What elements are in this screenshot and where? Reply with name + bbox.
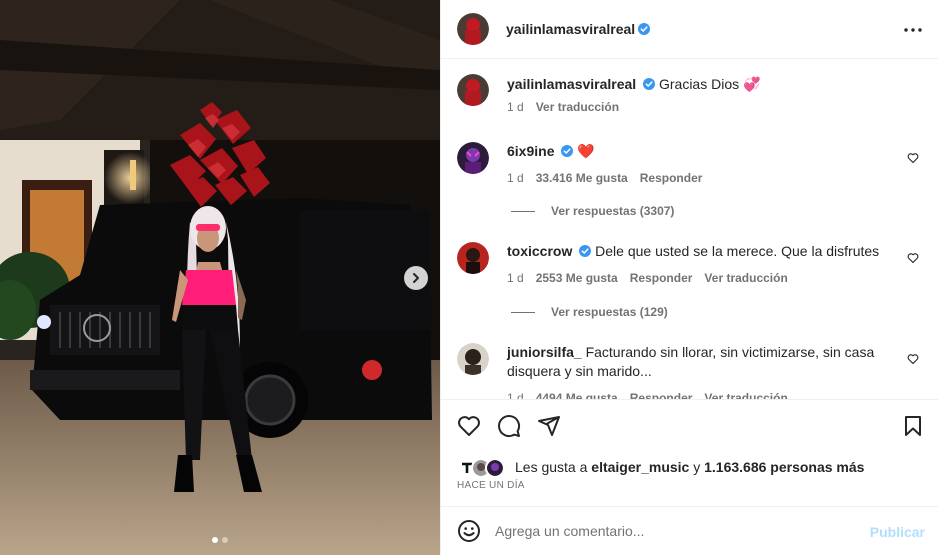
comment-likes[interactable]: 33.416 Me gusta xyxy=(536,169,628,188)
verified-icon xyxy=(579,245,592,257)
verified-icon xyxy=(638,23,651,35)
carousel-dot-active xyxy=(212,537,218,543)
share-icon[interactable] xyxy=(537,414,561,438)
liker-avatars xyxy=(457,457,509,478)
likes-first-user[interactable]: eltaiger_music xyxy=(591,459,689,475)
verified-icon xyxy=(643,78,656,90)
reply-button[interactable]: Responder xyxy=(640,169,703,188)
comment-icon[interactable] xyxy=(497,414,521,438)
likes-connector: y xyxy=(693,459,701,475)
comment-text: ❤️ xyxy=(577,143,595,159)
see-translation-link[interactable]: Ver traducción xyxy=(704,269,787,288)
comment-username[interactable]: juniorsilfa_ xyxy=(507,344,582,360)
author-avatar[interactable] xyxy=(457,13,489,45)
heart-icon[interactable] xyxy=(457,414,481,438)
carousel-indicator xyxy=(0,537,440,543)
comment-likes[interactable]: 2553 Me gusta xyxy=(536,269,618,288)
reply-button[interactable]: Responder xyxy=(630,269,693,288)
post-timestamp[interactable]: HACE UN DÍA xyxy=(457,480,525,491)
likes-others-count[interactable]: 1.163.686 personas más xyxy=(704,459,864,475)
post-modal: yailinlamasviralreal yailinlamasviralrea… xyxy=(0,0,938,555)
emoji-icon[interactable] xyxy=(457,519,481,543)
more-icon xyxy=(904,28,922,32)
likes-prefix: Les gusta a xyxy=(515,459,588,475)
view-replies-button[interactable]: Ver respuestas (129) xyxy=(511,305,668,319)
chevron-right-icon xyxy=(413,273,419,283)
more-options-button[interactable] xyxy=(901,18,925,42)
comment-age: 1 d xyxy=(507,271,524,285)
carousel-dot xyxy=(222,537,228,543)
comment-age: 1 d xyxy=(507,171,524,185)
comment-text: Dele que usted se la merece. Que la disf… xyxy=(595,243,880,259)
caption-text: Gracias Dios 💞 xyxy=(658,76,761,92)
bookmark-icon[interactable] xyxy=(901,414,925,438)
comment-like-heart-icon[interactable] xyxy=(907,252,919,264)
comment-likes[interactable]: 4494 Me gusta xyxy=(536,389,618,399)
replies-divider xyxy=(511,311,535,313)
author-username[interactable]: yailinlamasviralreal xyxy=(506,21,635,37)
comment-input[interactable] xyxy=(495,523,855,539)
publish-comment-button[interactable]: Publicar xyxy=(870,524,925,540)
likes-summary: Les gusta a eltaiger_music y 1.163.686 p… xyxy=(457,456,864,478)
view-replies-label: Ver respuestas (129) xyxy=(551,305,668,319)
comment-like-heart-icon[interactable] xyxy=(907,152,919,164)
post-header: yailinlamasviralreal xyxy=(441,0,938,59)
replies-divider xyxy=(511,210,535,212)
see-translation-link[interactable]: Ver traducción xyxy=(536,98,619,117)
add-comment-bar: Publicar xyxy=(441,506,938,555)
caption-username[interactable]: yailinlamasviralreal xyxy=(507,76,636,92)
post-media[interactable] xyxy=(0,0,440,555)
post-photo xyxy=(0,0,440,555)
comments-list[interactable]: yailinlamasviralreal Gracias Dios 💞 1 d … xyxy=(441,60,938,399)
comment-like-heart-icon[interactable] xyxy=(907,353,919,365)
post-details-panel: yailinlamasviralreal yailinlamasviralrea… xyxy=(440,0,938,555)
verified-icon xyxy=(561,145,574,157)
view-replies-label: Ver respuestas (3307) xyxy=(551,204,675,218)
reply-button[interactable]: Responder xyxy=(630,389,693,399)
see-translation-link[interactable]: Ver traducción xyxy=(704,389,787,399)
next-slide-button[interactable] xyxy=(404,266,428,290)
post-actions xyxy=(441,399,938,451)
liker-avatar[interactable] xyxy=(485,458,505,478)
commenter-avatar[interactable] xyxy=(457,142,489,174)
commenter-avatar[interactable] xyxy=(457,343,489,375)
comment-username[interactable]: toxiccrow xyxy=(507,243,572,259)
commenter-avatar[interactable] xyxy=(457,242,489,274)
comment-username[interactable]: 6ix9ine xyxy=(507,143,554,159)
view-replies-button[interactable]: Ver respuestas (3307) xyxy=(511,204,674,218)
author-avatar[interactable] xyxy=(457,74,489,106)
comment-age: 1 d xyxy=(507,391,524,399)
caption-age: 1 d xyxy=(507,100,524,114)
